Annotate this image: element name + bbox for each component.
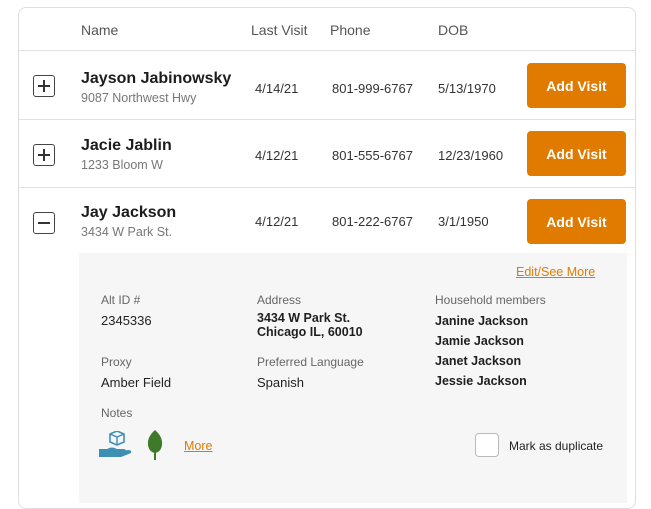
- client-name[interactable]: Jayson Jabinowsky: [81, 70, 231, 88]
- notes-more-link[interactable]: More: [184, 439, 212, 453]
- expand-toggle[interactable]: [33, 144, 55, 166]
- collapse-toggle[interactable]: [33, 212, 55, 234]
- last-visit-cell: 4/12/21: [255, 214, 299, 229]
- household-member: Janet Jackson: [435, 354, 522, 368]
- edit-see-more-link[interactable]: Edit/See More: [516, 265, 595, 279]
- address-line2: Chicago IL, 60010: [257, 325, 363, 339]
- last-visit-cell: 4/14/21: [255, 81, 299, 96]
- language-label: Preferred Language: [257, 355, 364, 369]
- proxy-label: Proxy: [101, 355, 132, 369]
- household-member: Jessie Jackson: [435, 374, 527, 388]
- dob-cell: 3/1/1950: [438, 214, 489, 229]
- dob-cell: 5/13/1970: [438, 81, 496, 96]
- leaf-icon[interactable]: [146, 429, 164, 461]
- alt-id-value: 2345336: [101, 313, 152, 328]
- last-visit-cell: 4/12/21: [255, 148, 299, 163]
- add-visit-button[interactable]: Add Visit: [527, 199, 626, 244]
- client-name[interactable]: Jay Jackson: [81, 204, 176, 222]
- client-table-card: Name Last Visit Phone DOB Jayson Jabinow…: [18, 7, 636, 509]
- header-phone: Phone: [330, 22, 371, 38]
- client-address: 1233 Bloom W: [81, 158, 163, 172]
- client-name[interactable]: Jacie Jablin: [81, 137, 172, 155]
- phone-cell: 801-555-6767: [332, 148, 413, 163]
- table-row: Jay Jackson 3434 W Park St. 4/12/21 801-…: [19, 188, 635, 256]
- header-last-visit: Last Visit: [251, 22, 308, 38]
- proxy-value: Amber Field: [101, 375, 172, 390]
- client-detail-panel: Edit/See More Alt ID # 2345336 Address 3…: [79, 253, 627, 503]
- alt-id-label: Alt ID #: [101, 293, 141, 307]
- address-label: Address: [257, 293, 302, 307]
- phone-cell: 801-222-6767: [332, 214, 413, 229]
- add-visit-button[interactable]: Add Visit: [527, 131, 626, 176]
- dob-cell: 12/23/1960: [438, 148, 504, 163]
- mark-duplicate-label[interactable]: Mark as duplicate: [509, 439, 603, 453]
- household-member: Janine Jackson: [435, 314, 529, 328]
- hand-package-icon[interactable]: [99, 431, 133, 459]
- expand-toggle[interactable]: [33, 75, 55, 97]
- phone-cell: 801-999-6767: [332, 81, 413, 96]
- household-label: Household members: [435, 293, 546, 307]
- add-visit-button[interactable]: Add Visit: [527, 63, 626, 108]
- language-value: Spanish: [257, 375, 304, 390]
- client-address: 9087 Northwest Hwy: [81, 91, 197, 105]
- header-dob: DOB: [438, 22, 469, 38]
- notes-label: Notes: [101, 406, 133, 420]
- address-line1: 3434 W Park St.: [257, 311, 351, 325]
- household-member: Jamie Jackson: [435, 334, 524, 348]
- table-row: Jacie Jablin 1233 Bloom W 4/12/21 801-55…: [19, 120, 635, 188]
- table-row: Jayson Jabinowsky 9087 Northwest Hwy 4/1…: [19, 51, 635, 119]
- mark-duplicate-checkbox[interactable]: [475, 433, 499, 457]
- header-name: Name: [81, 22, 119, 38]
- client-address: 3434 W Park St.: [81, 225, 173, 239]
